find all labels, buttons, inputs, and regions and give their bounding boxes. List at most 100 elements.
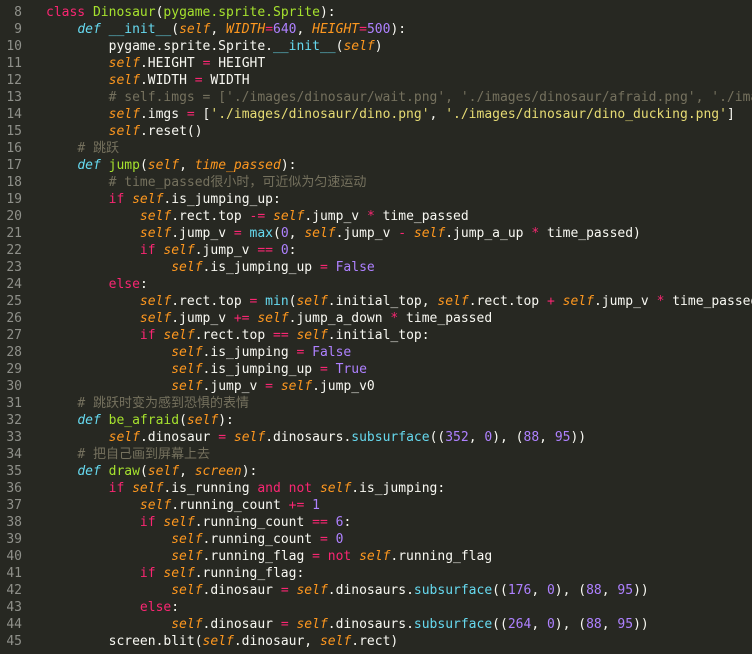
line-number: 11 <box>6 56 22 71</box>
code-token: self <box>108 56 140 71</box>
code-line[interactable]: 15 self.reset() <box>0 123 752 140</box>
code-token: self <box>202 634 234 649</box>
code-token: .jump_v <box>194 243 258 258</box>
code-token: = <box>280 583 289 598</box>
line-number: 41 <box>6 566 22 581</box>
code-line[interactable]: 25 self.rect.top = min(self.initial_top,… <box>0 293 752 310</box>
code-line[interactable]: 26 self.jump_v += self.jump_a_down * tim… <box>0 310 752 327</box>
code-line[interactable]: 13 # self.imgs = ['./images/dinosaur/wai… <box>0 89 752 106</box>
code-line[interactable]: 14 self.imgs = ['./images/dinosaur/dino.… <box>0 106 752 123</box>
code-text: else: <box>46 599 179 616</box>
code-token: WIDTH <box>226 22 266 37</box>
code-token: , <box>468 430 485 445</box>
code-token: min <box>265 294 289 309</box>
code-line[interactable]: 44 self.dinosaur = self.dinosaurs.subsur… <box>0 616 752 633</box>
line-number: 30 <box>6 379 22 394</box>
code-line[interactable]: 33 self.dinosaur = self.dinosaurs.subsur… <box>0 429 752 446</box>
code-line[interactable]: 10 pygame.sprite.Sprite.__init__(self) <box>0 38 752 55</box>
code-token: 88 <box>586 583 602 598</box>
code-line[interactable]: 11 self.HEIGHT = HEIGHT <box>0 55 752 72</box>
line-number: 23 <box>6 260 22 275</box>
code-text: self.running_count = 0 <box>46 531 343 548</box>
code-token: 95 <box>554 430 571 445</box>
code-line[interactable]: 28 self.is_jumping = False <box>0 344 752 361</box>
code-line[interactable]: 24 else: <box>0 276 752 293</box>
code-line[interactable]: 22 if self.jump_v == 0: <box>0 242 752 259</box>
code-token: .jump_v <box>593 294 657 309</box>
code-line[interactable]: 35 def draw(self, screen): <box>0 463 752 480</box>
code-token: HEIGHT <box>210 56 266 71</box>
code-token: .running_flag: <box>194 566 305 581</box>
code-line[interactable]: 27 if self.rect.top == self.initial_top: <box>0 327 752 344</box>
code-token: self <box>171 617 203 632</box>
code-line[interactable]: 12 self.WIDTH = WIDTH <box>0 72 752 89</box>
code-token: 1 <box>312 498 320 513</box>
code-line[interactable]: 18 # time_passed很小时，可近似为匀速运动 <box>0 174 752 191</box>
code-text: self.jump_v += self.jump_a_down * time_p… <box>46 310 492 327</box>
code-editor[interactable]: 8 class Dinosaur(pygame.sprite.Sprite): 9 … <box>0 0 752 654</box>
code-token: self <box>296 328 328 343</box>
code-token: self <box>132 192 164 207</box>
code-token: = <box>319 260 328 275</box>
code-text: def be_afraid(self): <box>46 412 234 429</box>
code-token: += <box>288 498 305 513</box>
code-line[interactable]: 21 self.jump_v = max(0, self.jump_v - se… <box>0 225 752 242</box>
code-token: = <box>319 532 328 547</box>
code-line[interactable]: 42 self.dinosaur = self.dinosaurs.subsur… <box>0 582 752 599</box>
code-line[interactable]: 8 class Dinosaur(pygame.sprite.Sprite): <box>0 4 752 21</box>
code-line[interactable]: 23 self.is_jumping_up = False <box>0 259 752 276</box>
code-token: : <box>288 243 297 258</box>
code-line[interactable]: 29 self.is_jumping_up = True <box>0 361 752 378</box>
line-number: 14 <box>6 107 22 122</box>
code-token: == <box>257 243 273 258</box>
code-text: self.rect.top -= self.jump_v * time_pass… <box>46 208 469 225</box>
code-line[interactable]: 34 # 把自己画到屏幕上去 <box>0 446 752 463</box>
code-token: ( <box>139 464 148 479</box>
code-line[interactable]: 45 screen.blit(self.dinosaur, self.rect) <box>0 633 752 650</box>
code-token: 95 <box>617 583 634 598</box>
code-token: self <box>139 498 172 513</box>
code-line[interactable]: 41 if self.running_flag: <box>0 565 752 582</box>
code-line[interactable]: 19 if self.is_jumping_up: <box>0 191 752 208</box>
code-line[interactable]: 16 # 跳跃 <box>0 140 752 157</box>
code-line[interactable]: 38 if self.running_count == 6: <box>0 514 752 531</box>
code-token: self <box>319 481 352 496</box>
code-line[interactable]: 20 self.rect.top -= self.jump_v * time_p… <box>0 208 752 225</box>
code-token: time_passed) <box>539 226 641 241</box>
code-area[interactable]: 8 class Dinosaur(pygame.sprite.Sprite): 9 … <box>0 0 752 654</box>
code-line[interactable]: 32 def be_afraid(self): <box>0 412 752 429</box>
code-token: 640 <box>273 22 297 37</box>
code-line[interactable]: 30 self.jump_v = self.jump_v0 <box>0 378 752 395</box>
code-line[interactable]: 37 self.running_count += 1 <box>0 497 752 514</box>
code-line[interactable]: 39 self.running_count = 0 <box>0 531 752 548</box>
code-line[interactable]: 31 # 跳跃时变为感到恐惧的表情 <box>0 395 752 412</box>
code-token: 176 <box>507 583 532 598</box>
code-token: == <box>273 328 289 343</box>
code-line[interactable]: 43 else: <box>0 599 752 616</box>
code-token: .rect.top <box>171 294 250 309</box>
line-number: 44 <box>6 617 22 632</box>
code-token: 0 <box>280 226 289 241</box>
code-line[interactable]: 9 def __init__(self, WIDTH=640, HEIGHT=5… <box>0 21 752 38</box>
code-token: .jump_v <box>171 226 234 241</box>
code-line[interactable]: 36 if self.is_running and not self.is_ju… <box>0 480 752 497</box>
code-token: self <box>171 379 203 394</box>
code-token: pygame.sprite.Sprite. <box>46 39 273 54</box>
code-token: if <box>139 515 164 530</box>
line-number: 15 <box>6 124 22 139</box>
line-number: 34 <box>6 447 22 462</box>
code-line[interactable]: 17 def jump(self, time_passed): <box>0 157 752 174</box>
code-token: self <box>139 209 172 224</box>
code-line[interactable]: 40 self.running_flag = not self.running_… <box>0 548 752 565</box>
